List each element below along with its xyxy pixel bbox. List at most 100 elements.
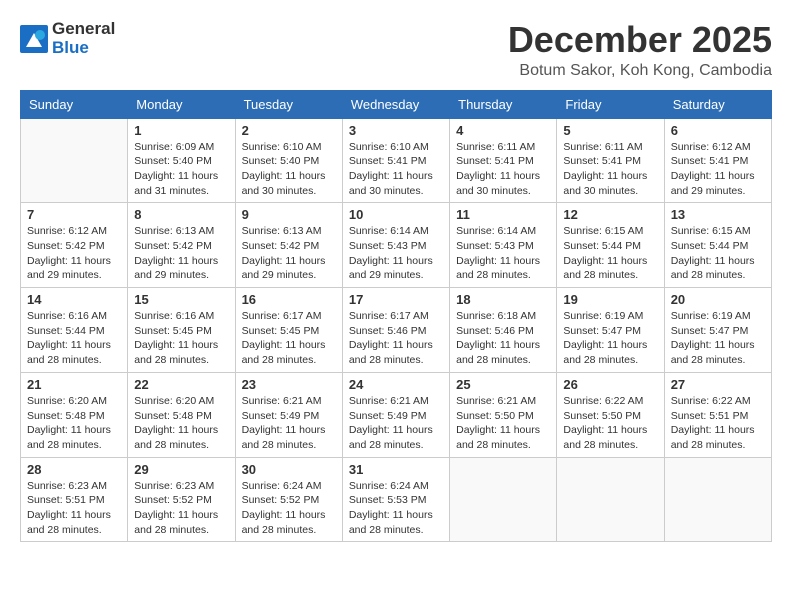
day-number: 30 <box>242 462 336 477</box>
calendar-cell: 3 Sunrise: 6:10 AMSunset: 5:41 PMDaylight… <box>342 118 449 203</box>
calendar-cell: 26Sunrise: 6:22 AMSunset: 5:50 PMDayligh… <box>557 372 664 457</box>
calendar-cell: 16 Sunrise: 6:17 AMSunset: 5:45 PMDayligh… <box>235 288 342 373</box>
day-number: 11 <box>456 207 550 222</box>
day-info: Sunrise: 6:16 AMSunset: 5:45 PMDaylight:… <box>134 309 228 368</box>
calendar-cell: 19 Sunrise: 6:19 AMSunset: 5:47 PMDayligh… <box>557 288 664 373</box>
day-number: 27 <box>671 377 765 392</box>
calendar-cell: 31 Sunrise: 6:24 AMSunset: 5:53 PMDayligh… <box>342 457 449 542</box>
calendar-cell: 7 Sunrise: 6:12 AMSunset: 5:42 PMDaylight… <box>21 203 128 288</box>
day-info: Sunrise: 6:19 AMSunset: 5:47 PMDaylight:… <box>671 309 765 368</box>
day-info: Sunrise: 6:15 AMSunset: 5:44 PMDaylight:… <box>671 224 765 283</box>
calendar-cell: 27 Sunrise: 6:22 AMSunset: 5:51 PMDayligh… <box>664 372 771 457</box>
day-info: Sunrise: 6:17 AMSunset: 5:45 PMDaylight:… <box>242 309 336 368</box>
day-info: Sunrise: 6:15 AMSunset: 5:44 PMDaylight:… <box>563 224 657 283</box>
day-number: 10 <box>349 207 443 222</box>
day-info: Sunrise: 6:22 AMSunset: 5:51 PMDaylight:… <box>671 394 765 453</box>
calendar-cell: 8 Sunrise: 6:13 AMSunset: 5:42 PMDaylight… <box>128 203 235 288</box>
day-info: Sunrise: 6:21 AMSunset: 5:49 PMDaylight:… <box>242 394 336 453</box>
day-info: Sunrise: 6:16 AMSunset: 5:44 PMDaylight:… <box>27 309 121 368</box>
weekday-header-thursday: Thursday <box>450 90 557 118</box>
calendar-cell: 11 Sunrise: 6:14 AMSunset: 5:43 PMDayligh… <box>450 203 557 288</box>
calendar-week-3: 14 Sunrise: 6:16 AMSunset: 5:44 PMDayligh… <box>21 288 772 373</box>
day-number: 17 <box>349 292 443 307</box>
day-info: Sunrise: 6:24 AMSunset: 5:53 PMDaylight:… <box>349 479 443 538</box>
day-info: Sunrise: 6:09 AMSunset: 5:40 PMDaylight:… <box>134 140 228 199</box>
day-info: Sunrise: 6:24 AMSunset: 5:52 PMDaylight:… <box>242 479 336 538</box>
calendar-cell: 1Sunrise: 6:09 AMSunset: 5:40 PMDaylight… <box>128 118 235 203</box>
day-number: 22 <box>134 377 228 392</box>
calendar-cell <box>21 118 128 203</box>
calendar-cell: 14 Sunrise: 6:16 AMSunset: 5:44 PMDayligh… <box>21 288 128 373</box>
calendar-week-1: 1Sunrise: 6:09 AMSunset: 5:40 PMDaylight… <box>21 118 772 203</box>
calendar-cell: 18Sunrise: 6:18 AMSunset: 5:46 PMDayligh… <box>450 288 557 373</box>
weekday-header-row: SundayMondayTuesdayWednesdayThursdayFrid… <box>21 90 772 118</box>
calendar-cell <box>450 457 557 542</box>
day-info: Sunrise: 6:12 AMSunset: 5:41 PMDaylight:… <box>671 140 765 199</box>
day-info: Sunrise: 6:14 AMSunset: 5:43 PMDaylight:… <box>349 224 443 283</box>
day-info: Sunrise: 6:23 AMSunset: 5:51 PMDaylight:… <box>27 479 121 538</box>
day-info: Sunrise: 6:19 AMSunset: 5:47 PMDaylight:… <box>563 309 657 368</box>
day-number: 14 <box>27 292 121 307</box>
title-block: December 2025 Botum Sakor, Koh Kong, Cam… <box>508 20 772 80</box>
weekday-header-tuesday: Tuesday <box>235 90 342 118</box>
calendar-cell: 29 Sunrise: 6:23 AMSunset: 5:52 PMDayligh… <box>128 457 235 542</box>
calendar-cell: 6 Sunrise: 6:12 AMSunset: 5:41 PMDaylight… <box>664 118 771 203</box>
day-info: Sunrise: 6:20 AMSunset: 5:48 PMDaylight:… <box>134 394 228 453</box>
calendar-cell: 23Sunrise: 6:21 AMSunset: 5:49 PMDayligh… <box>235 372 342 457</box>
day-number: 31 <box>349 462 443 477</box>
calendar-cell: 20 Sunrise: 6:19 AMSunset: 5:47 PMDayligh… <box>664 288 771 373</box>
day-number: 13 <box>671 207 765 222</box>
logo-blue: Blue <box>52 39 115 58</box>
calendar-cell: 24 Sunrise: 6:21 AMSunset: 5:49 PMDayligh… <box>342 372 449 457</box>
calendar-cell: 15 Sunrise: 6:16 AMSunset: 5:45 PMDayligh… <box>128 288 235 373</box>
day-number: 29 <box>134 462 228 477</box>
day-number: 9 <box>242 207 336 222</box>
day-number: 21 <box>27 377 121 392</box>
day-info: Sunrise: 6:10 AMSunset: 5:40 PMDaylight:… <box>242 140 336 199</box>
day-info: Sunrise: 6:13 AMSunset: 5:42 PMDaylight:… <box>134 224 228 283</box>
day-info: Sunrise: 6:20 AMSunset: 5:48 PMDaylight:… <box>27 394 121 453</box>
day-info: Sunrise: 6:12 AMSunset: 5:42 PMDaylight:… <box>27 224 121 283</box>
day-number: 16 <box>242 292 336 307</box>
day-number: 12 <box>563 207 657 222</box>
weekday-header-wednesday: Wednesday <box>342 90 449 118</box>
day-number: 8 <box>134 207 228 222</box>
day-info: Sunrise: 6:10 AMSunset: 5:41 PMDaylight:… <box>349 140 443 199</box>
day-number: 26 <box>563 377 657 392</box>
day-number: 3 <box>349 123 443 138</box>
logo-icon <box>20 25 48 53</box>
day-number: 24 <box>349 377 443 392</box>
day-number: 4 <box>456 123 550 138</box>
calendar-cell: 30 Sunrise: 6:24 AMSunset: 5:52 PMDayligh… <box>235 457 342 542</box>
day-info: Sunrise: 6:17 AMSunset: 5:46 PMDaylight:… <box>349 309 443 368</box>
calendar-cell: 12 Sunrise: 6:15 AMSunset: 5:44 PMDayligh… <box>557 203 664 288</box>
day-info: Sunrise: 6:13 AMSunset: 5:42 PMDaylight:… <box>242 224 336 283</box>
calendar-week-4: 21 Sunrise: 6:20 AMSunset: 5:48 PMDayligh… <box>21 372 772 457</box>
day-info: Sunrise: 6:21 AMSunset: 5:49 PMDaylight:… <box>349 394 443 453</box>
calendar-cell: 28 Sunrise: 6:23 AMSunset: 5:51 PMDayligh… <box>21 457 128 542</box>
calendar-cell: 21 Sunrise: 6:20 AMSunset: 5:48 PMDayligh… <box>21 372 128 457</box>
calendar-cell <box>664 457 771 542</box>
calendar-cell: 4Sunrise: 6:11 AMSunset: 5:41 PMDaylight… <box>450 118 557 203</box>
day-number: 7 <box>27 207 121 222</box>
calendar-cell: 25 Sunrise: 6:21 AMSunset: 5:50 PMDayligh… <box>450 372 557 457</box>
weekday-header-friday: Friday <box>557 90 664 118</box>
day-number: 18 <box>456 292 550 307</box>
calendar-cell <box>557 457 664 542</box>
calendar-cell: 5Sunrise: 6:11 AMSunset: 5:41 PMDaylight… <box>557 118 664 203</box>
day-number: 28 <box>27 462 121 477</box>
day-info: Sunrise: 6:21 AMSunset: 5:50 PMDaylight:… <box>456 394 550 453</box>
logo-general: General <box>52 20 115 39</box>
day-info: Sunrise: 6:23 AMSunset: 5:52 PMDaylight:… <box>134 479 228 538</box>
day-number: 6 <box>671 123 765 138</box>
day-number: 20 <box>671 292 765 307</box>
day-number: 19 <box>563 292 657 307</box>
calendar-cell: 13 Sunrise: 6:15 AMSunset: 5:44 PMDayligh… <box>664 203 771 288</box>
day-number: 25 <box>456 377 550 392</box>
logo: General Blue <box>20 20 115 57</box>
day-number: 15 <box>134 292 228 307</box>
day-info: Sunrise: 6:14 AMSunset: 5:43 PMDaylight:… <box>456 224 550 283</box>
calendar-week-2: 7 Sunrise: 6:12 AMSunset: 5:42 PMDaylight… <box>21 203 772 288</box>
location-title: Botum Sakor, Koh Kong, Cambodia <box>508 62 772 80</box>
weekday-header-saturday: Saturday <box>664 90 771 118</box>
